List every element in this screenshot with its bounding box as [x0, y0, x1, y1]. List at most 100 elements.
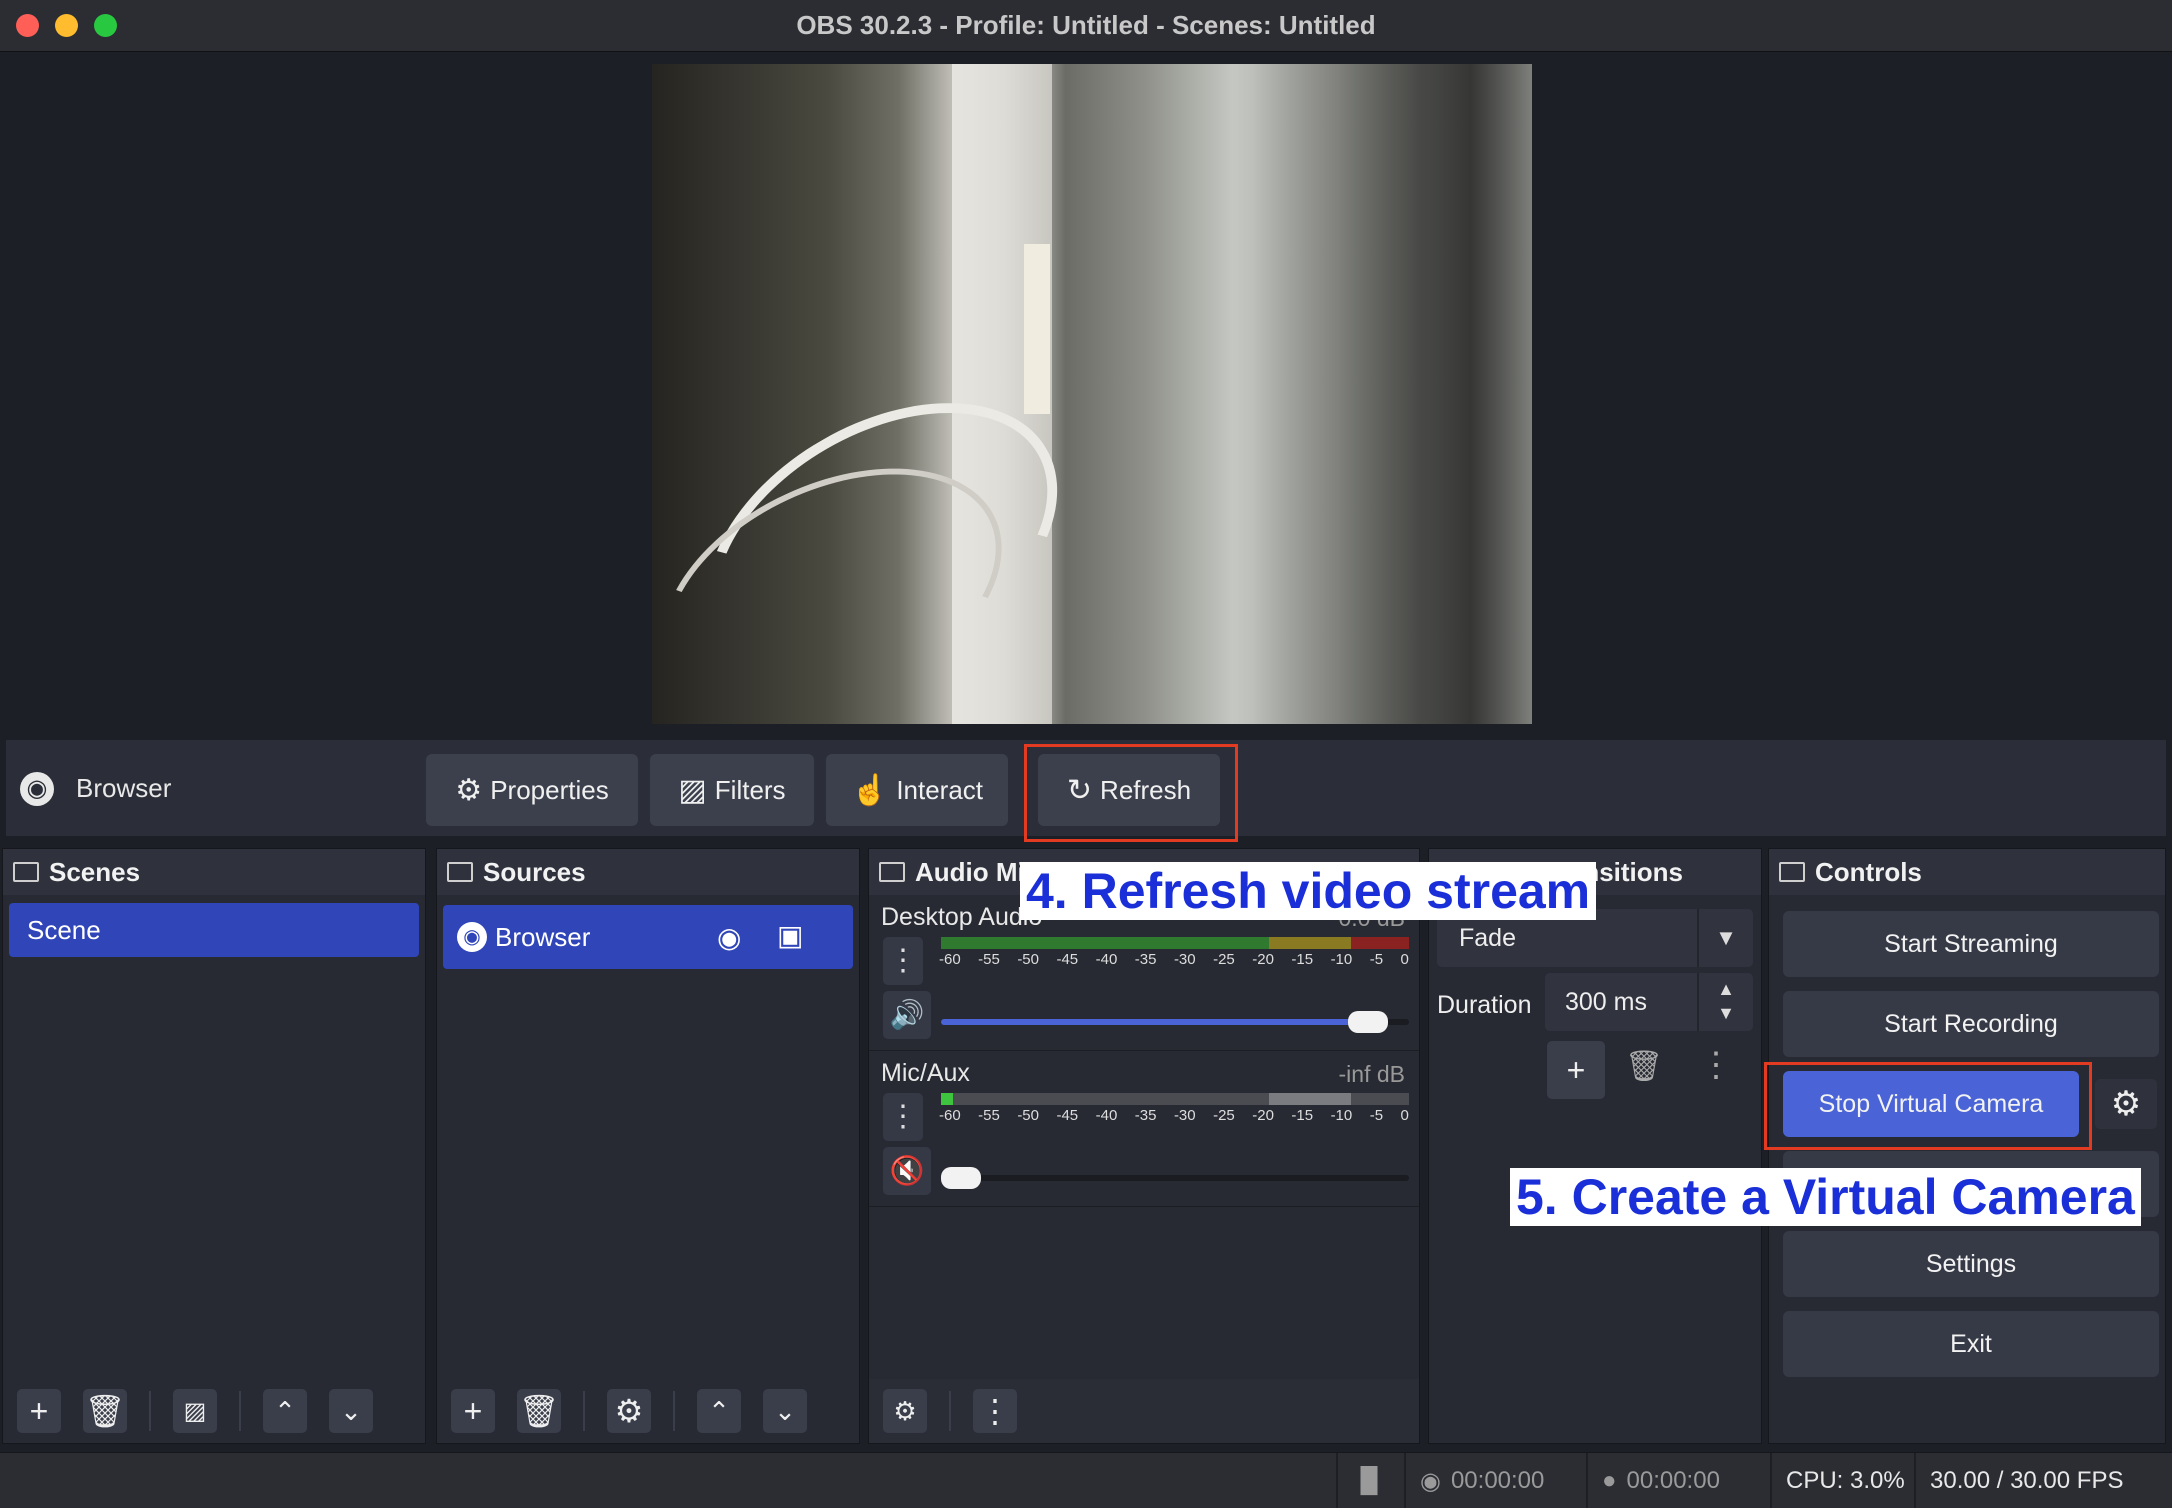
- settings-button[interactable]: Settings: [1783, 1231, 2159, 1297]
- meter-tick-label: -40: [1095, 1107, 1118, 1124]
- interact-button[interactable]: ☝ Interact: [826, 754, 1008, 826]
- speaker-icon[interactable]: 🔊: [883, 991, 931, 1039]
- stream-status: ◉ 00:00:00: [1404, 1453, 1582, 1508]
- virtual-camera-highlight-box: [1764, 1062, 2092, 1150]
- vertical-dots-icon: ⋮: [979, 1393, 1011, 1429]
- move-scene-down-button[interactable]: ⌄: [329, 1389, 373, 1433]
- scenes-footer: + 🗑 ▨ ⌃ ⌄: [3, 1379, 425, 1443]
- meter-tick-label: -25: [1213, 1107, 1235, 1124]
- scene-item[interactable]: Scene: [9, 903, 419, 957]
- add-source-button[interactable]: +: [451, 1389, 495, 1433]
- scenes-title: Scenes: [49, 856, 141, 887]
- vertical-dots-icon: ⋮: [1699, 1046, 1733, 1084]
- meter-tick-label: -50: [1017, 1107, 1039, 1124]
- source-properties-button[interactable]: ⚙: [607, 1389, 651, 1433]
- duration-spinbox[interactable]: 300 ms ▲ ▼: [1545, 973, 1753, 1031]
- scene-filters-button[interactable]: ▨: [173, 1389, 217, 1433]
- virtual-camera-settings-button[interactable]: ⚙: [2095, 1079, 2157, 1129]
- preview-canvas[interactable]: [6, 54, 2166, 728]
- filters-button[interactable]: ▨ Filters: [650, 754, 814, 826]
- start-recording-label: Start Recording: [1884, 1009, 2058, 1038]
- duration-value: 300 ms: [1565, 988, 1647, 1016]
- minimize-window-button[interactable]: [55, 14, 78, 37]
- volume-slider-fill: [941, 1019, 1386, 1025]
- start-streaming-button[interactable]: Start Streaming: [1783, 911, 2159, 977]
- video-preview: [652, 64, 1532, 724]
- audio-mixer-dock: Audio Mix Desktop Audio0.0 dB⋮🔊-60-55-50…: [868, 848, 1420, 1444]
- dock-icon: [13, 862, 39, 882]
- filters-label: Filters: [714, 774, 786, 805]
- meter-tick-label: -30: [1173, 1107, 1196, 1124]
- meter-tick-label: 0: [1400, 1107, 1409, 1124]
- record-dot-icon: ●: [1602, 1467, 1617, 1494]
- gear-icon: ⚙: [455, 773, 483, 807]
- channel-menu-button[interactable]: ⋮: [883, 1093, 923, 1141]
- meter-tick-label: -15: [1291, 1107, 1314, 1124]
- properties-button[interactable]: ⚙ Properties: [426, 754, 638, 826]
- gear-icon: ⚙: [2110, 1085, 2142, 1123]
- transitions-dock: nsitions Fade ▼ Duration 300 ms ▲ ▼ + 🗑 ⋮: [1428, 848, 1762, 1444]
- broadcast-icon: ◉: [1420, 1467, 1441, 1495]
- start-recording-button[interactable]: Start Recording: [1783, 991, 2159, 1057]
- interact-label: Interact: [896, 774, 984, 805]
- controls-title: Controls: [1815, 856, 1922, 887]
- stepper-arrows-icon[interactable]: ▲ ▼: [1697, 973, 1753, 1031]
- move-scene-up-button[interactable]: ⌃: [263, 1389, 307, 1433]
- meter-tick-label: -5: [1369, 1107, 1384, 1124]
- volume-slider-handle[interactable]: [1347, 1011, 1388, 1033]
- sources-dock: Sources ◉ Browser ◉ ▣ + 🗑 ⚙ ⌃ ⌄: [436, 848, 860, 1444]
- dock-icon: [879, 862, 905, 882]
- volume-slider-handle[interactable]: [941, 1167, 981, 1189]
- sources-footer: + 🗑 ⚙ ⌃ ⌄: [437, 1379, 859, 1443]
- meter-tick-label: -35: [1134, 1107, 1157, 1124]
- zoom-window-button[interactable]: [94, 14, 117, 37]
- selected-source-name: Browser: [76, 773, 172, 803]
- sources-title: Sources: [483, 856, 586, 887]
- chevron-down-icon: ▼: [1697, 909, 1753, 967]
- meter-tick-label: -35: [1134, 951, 1157, 968]
- duration-label: Duration: [1437, 991, 1532, 1019]
- window-title: OBS 30.2.3 - Profile: Untitled - Scenes:…: [796, 10, 1376, 40]
- meter-tick-label: -45: [1056, 951, 1079, 968]
- properties-label: Properties: [490, 774, 609, 805]
- meter-tick-label: -60: [939, 1107, 961, 1124]
- move-source-up-button[interactable]: ⌃: [697, 1389, 741, 1433]
- remove-scene-button[interactable]: 🗑: [83, 1389, 127, 1433]
- meter-ticks: -60 -55 -50 -45 -40 -35 -30 -25 -20 -15 -10 -5 0: [939, 951, 1409, 968]
- chevron-down-icon: ⌄: [340, 1395, 362, 1426]
- exit-button[interactable]: Exit: [1783, 1311, 2159, 1377]
- close-window-button[interactable]: [16, 14, 39, 37]
- sources-header: Sources: [437, 849, 859, 895]
- source-item[interactable]: ◉ Browser ◉ ▣: [443, 905, 853, 969]
- transition-menu-button[interactable]: ⋮: [1699, 1045, 1733, 1085]
- channel-menu-button[interactable]: ⋮: [883, 937, 923, 985]
- meter-tick-label: -55: [978, 1107, 1000, 1124]
- meter-tick-label: -40: [1095, 951, 1118, 968]
- add-scene-button[interactable]: +: [17, 1389, 61, 1433]
- meter-tick-label: -55: [978, 951, 1000, 968]
- globe-icon: ◉: [20, 772, 54, 806]
- add-transition-button[interactable]: +: [1547, 1041, 1605, 1099]
- remove-source-button[interactable]: 🗑: [517, 1389, 561, 1433]
- eye-icon[interactable]: ◉: [717, 921, 741, 954]
- volume-slider[interactable]: [941, 1167, 1409, 1189]
- mixer-channels: Desktop Audio0.0 dB⋮🔊-60-55-50-45-40-35-…: [869, 895, 1419, 1207]
- lock-icon[interactable]: ▣: [777, 919, 803, 952]
- audio-settings-button[interactable]: ⚙: [883, 1389, 927, 1433]
- meter-tick-label: -20: [1252, 951, 1274, 968]
- meter-tick-label: -30: [1173, 951, 1196, 968]
- meter-tick-label: 0: [1400, 951, 1409, 968]
- channel-name: Desktop Audio: [881, 903, 1043, 931]
- meter-tick-label: -25: [1213, 951, 1235, 968]
- pointer-hand-icon: ☝: [850, 773, 889, 807]
- move-source-down-button[interactable]: ⌄: [763, 1389, 807, 1433]
- transition-selected-value: Fade: [1459, 924, 1516, 952]
- meter-tick-label: -60: [939, 951, 961, 968]
- muted-speaker-icon[interactable]: 🔇: [883, 1147, 931, 1195]
- audio-menu-button[interactable]: ⋮: [973, 1389, 1017, 1433]
- chevron-down-icon: ⌄: [774, 1395, 796, 1426]
- title-bar: OBS 30.2.3 - Profile: Untitled - Scenes:…: [0, 0, 2172, 52]
- volume-slider[interactable]: [941, 1011, 1409, 1033]
- trash-icon: 🗑: [84, 1393, 126, 1429]
- remove-transition-button[interactable]: 🗑: [1625, 1049, 1663, 1084]
